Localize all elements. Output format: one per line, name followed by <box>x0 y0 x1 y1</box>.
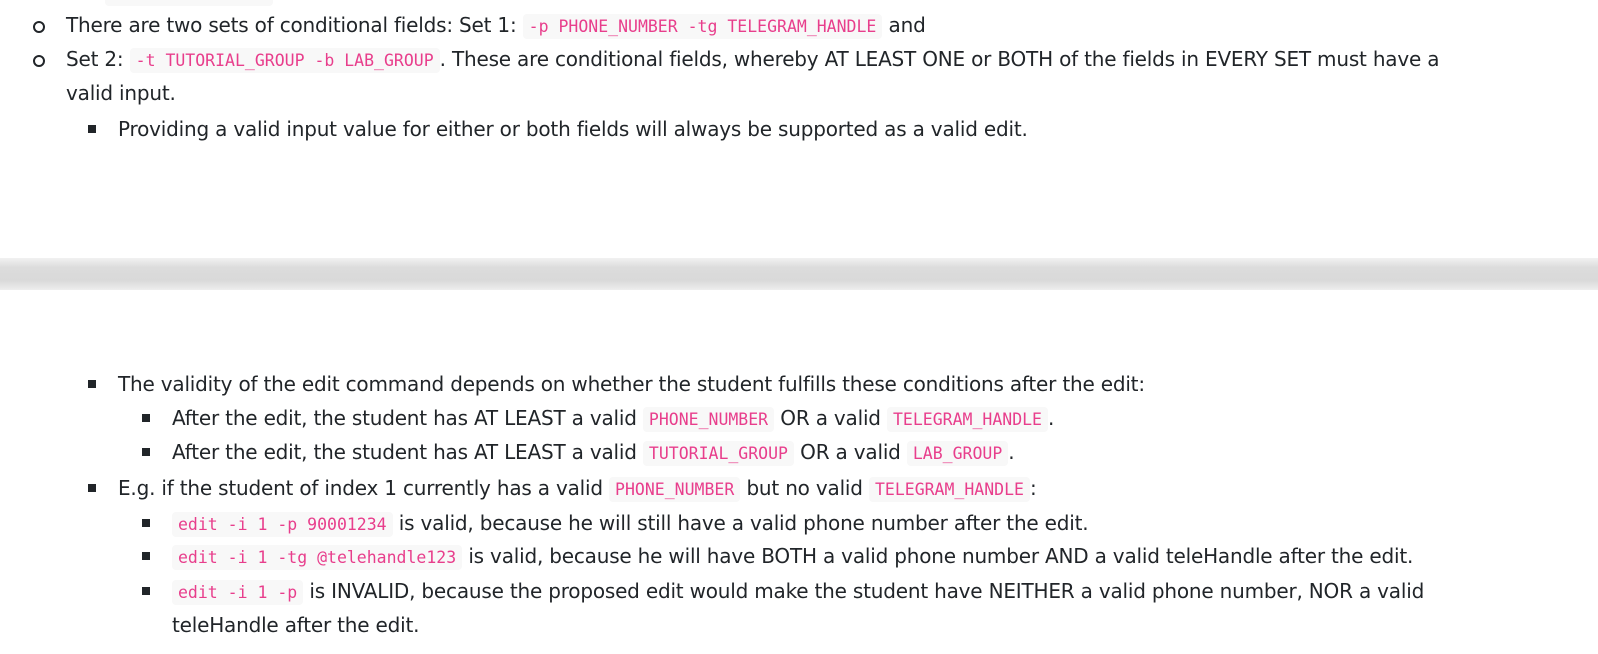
item-text: OR a valid <box>800 440 901 464</box>
example-item: E.g. if the student of index 1 currently… <box>118 471 1037 507</box>
inline-code: TUTORIAL_GROUP <box>642 441 794 466</box>
item-text: is INVALID, because the proposed edit wo… <box>309 579 1425 603</box>
item-text: The validity of the edit command depends… <box>118 372 1145 396</box>
inline-code: edit -i 1 -p 90001234 <box>172 512 393 537</box>
item-text: . <box>1008 440 1015 464</box>
conditional-fields-set1-item: There are two sets of conditional fields… <box>66 8 926 44</box>
inline-code: edit -i 1 -p <box>172 580 304 605</box>
square-bullet-icon <box>142 519 150 527</box>
square-bullet-icon <box>142 448 150 456</box>
item-text: but no valid <box>746 476 863 500</box>
circle-bullet-icon <box>33 21 45 33</box>
item-text: is valid, because he will still have a v… <box>398 511 1089 535</box>
item-text: . These are conditional fields, whereby … <box>439 47 1440 71</box>
inline-code: TELEGRAM_HANDLE <box>886 407 1048 432</box>
inline-code: PHONE_NUMBER <box>609 477 741 502</box>
square-bullet-icon <box>142 414 150 422</box>
inline-code: -p PHONE_NUMBER -tg TELEGRAM_HANDLE <box>522 14 883 39</box>
inline-code: TELEGRAM_HANDLE <box>868 477 1030 502</box>
valid-edit-sub-item: Providing a valid input value for either… <box>118 112 1028 146</box>
inline-code: edit -i 1 -tg @telehandle123 <box>172 545 463 570</box>
item-text: There are two sets of conditional fields… <box>66 13 517 37</box>
condition-item-phone-telegram: After the edit, the student has AT LEAST… <box>172 401 1054 437</box>
condition-item-tutorial-lab: After the edit, the student has AT LEAST… <box>172 435 1015 471</box>
conditional-fields-set2-item: Set 2: -t TUTORIAL_GROUP -b LAB_GROUP. T… <box>66 42 1440 78</box>
inline-code: -t TUTORIAL_GROUP -b LAB_GROUP <box>129 48 440 73</box>
item-text: OR a valid <box>780 406 881 430</box>
item-text: Providing a valid input value for either… <box>118 117 1028 141</box>
item-continuation: valid input. <box>66 76 176 110</box>
item-text: teleHandle after the edit. <box>172 613 420 637</box>
square-bullet-icon <box>142 587 150 595</box>
item-text: Set 2: <box>66 47 124 71</box>
example-case-valid-phone: edit -i 1 -p 90001234 is valid, because … <box>172 506 1089 542</box>
example-case-invalid: edit -i 1 -p is INVALID, because the pro… <box>172 574 1424 610</box>
item-text: is valid, because he will have BOTH a va… <box>468 544 1414 568</box>
item-continuation: teleHandle after the edit. <box>172 608 420 642</box>
item-text: After the edit, the student has AT LEAST… <box>172 440 637 464</box>
circle-bullet-icon <box>33 55 45 67</box>
example-case-valid-telehandle: edit -i 1 -tg @telehandle123 is valid, b… <box>172 539 1413 575</box>
item-text: and <box>888 13 926 37</box>
inline-code: PHONE_NUMBER <box>642 407 775 432</box>
item-text: E.g. if the student of index 1 currently… <box>118 476 603 500</box>
cut-off-code-snippet <box>105 0 273 6</box>
item-text: : <box>1029 476 1037 500</box>
square-bullet-icon <box>88 125 96 133</box>
item-text: After the edit, the student has AT LEAST… <box>172 406 637 430</box>
square-bullet-icon <box>88 380 96 388</box>
square-bullet-icon <box>142 552 150 560</box>
bottom-page-section: The validity of the edit command depends… <box>0 290 1598 654</box>
item-text: . <box>1048 406 1055 430</box>
validity-item: The validity of the edit command depends… <box>118 367 1145 401</box>
square-bullet-icon <box>88 484 96 492</box>
item-text: valid input. <box>66 81 176 105</box>
top-page-section: There are two sets of conditional fields… <box>0 0 1598 258</box>
inline-code: LAB_GROUP <box>906 441 1009 466</box>
page-break-divider <box>0 258 1598 290</box>
